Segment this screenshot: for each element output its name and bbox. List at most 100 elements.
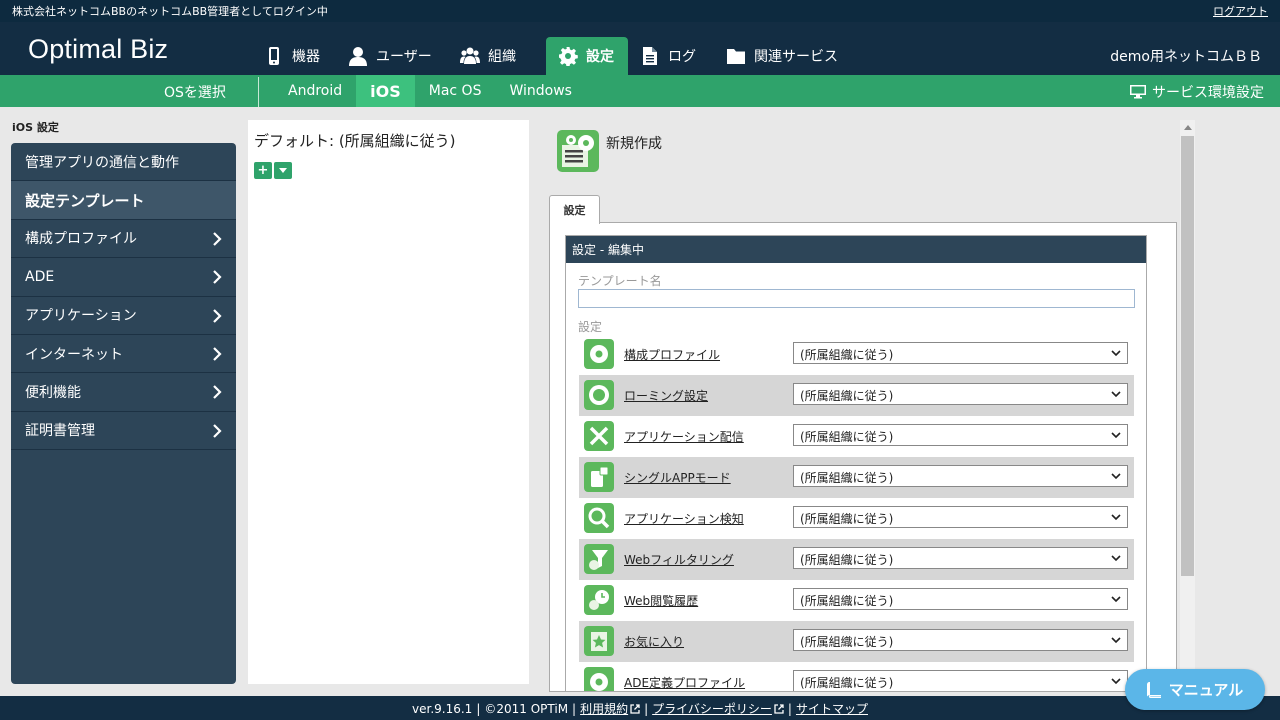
setting-link[interactable]: アプリケーション検知	[624, 510, 744, 527]
setting-row-web-history: Web閲覧履歴 (所属組織に従う)	[579, 580, 1134, 621]
nav-organization[interactable]: 組織	[448, 37, 546, 75]
setting-label-cell: 構成プロファイル	[579, 334, 787, 375]
gear-icon	[584, 667, 614, 691]
setting-select-value: (所属組織に従う)	[800, 348, 894, 362]
setting-select[interactable]: (所属組織に従う)	[793, 383, 1128, 405]
os-tabs: Android iOS Mac OS Windows	[274, 75, 586, 107]
sidebar-item-label: 管理アプリの通信と動作	[25, 154, 179, 171]
tools-icon	[584, 421, 614, 451]
setting-select[interactable]: (所属組織に従う)	[793, 424, 1128, 446]
chevron-down-icon	[1111, 514, 1121, 521]
setting-select-value: (所属組織に従う)	[800, 512, 894, 526]
setting-label-cell: お気に入り	[579, 621, 787, 662]
brand-logo[interactable]: Optimal Biz	[28, 34, 168, 65]
sidebar-item-label: ADE	[25, 268, 55, 285]
nav-settings[interactable]: 設定	[546, 37, 628, 75]
setting-select[interactable]: (所属組織に従う)	[793, 342, 1128, 364]
setting-row-roaming: ローミング設定 (所属組織に従う)	[579, 375, 1134, 416]
logout-link[interactable]: ログアウト	[1213, 3, 1268, 19]
footer: ver.9.16.1 | ©2011 OPTiM | 利用規約 | プライバシーポリシー | サ…	[0, 696, 1280, 720]
setting-link[interactable]: アプリケーション配信	[624, 428, 744, 445]
settings-tab-panel: 設定 - 編集中 テンプレート名 設定 構成プロファイル (所属組織に従う) ロ…	[549, 222, 1177, 692]
monitor-icon	[1130, 85, 1146, 99]
os-tab-macos[interactable]: Mac OS	[415, 75, 496, 107]
chevron-down-icon	[1111, 432, 1121, 439]
organization-name[interactable]: demo用ネットコムＢＢ	[1110, 46, 1262, 66]
sidebar-item-internet[interactable]: インターネット	[11, 335, 236, 374]
template-menu-button[interactable]	[274, 162, 292, 179]
chevron-right-icon	[213, 423, 222, 438]
sidebar-item-ade[interactable]: ADE	[11, 258, 236, 297]
scroll-up-arrow[interactable]	[1180, 120, 1195, 135]
template-name-label: テンプレート名	[578, 274, 662, 288]
setting-select[interactable]: (所属組織に従う)	[793, 588, 1128, 610]
sidebar-item-config-profile[interactable]: 構成プロファイル	[11, 220, 236, 259]
select-os-label: OSを選択	[164, 85, 226, 101]
sidebar: 管理アプリの通信と動作 設定テンプレート 構成プロファイル ADE アプリケーシ…	[11, 143, 236, 684]
os-tab-android[interactable]: Android	[274, 75, 356, 107]
terms-link[interactable]: 利用規約	[580, 702, 640, 716]
nav-users[interactable]: ユーザー	[336, 37, 448, 75]
sidebar-item-certificate[interactable]: 証明書管理	[11, 412, 236, 451]
setting-label-cell: シングルAPPモード	[579, 457, 787, 498]
sidebar-item-convenience[interactable]: 便利機能	[11, 373, 236, 412]
nav-devices[interactable]: 機器	[252, 37, 336, 75]
os-tab-ios[interactable]: iOS	[356, 75, 415, 107]
chevron-down-icon	[1111, 391, 1121, 398]
setting-select-value: (所属組織に従う)	[800, 676, 894, 690]
tab-settings[interactable]: 設定	[549, 195, 600, 224]
setting-select[interactable]: (所属組織に従う)	[793, 547, 1128, 569]
os-bar: OSを選択 Android iOS Mac OS Windows サービス環境設…	[0, 75, 1280, 107]
setting-link[interactable]: ローミング設定	[624, 387, 708, 404]
manual-button[interactable]: マニュアル	[1125, 669, 1265, 710]
chevron-right-icon	[213, 385, 222, 400]
user-icon	[349, 47, 367, 66]
scroll-thumb[interactable]	[1181, 136, 1194, 576]
sidebar-item-label: 構成プロファイル	[25, 231, 137, 248]
setting-label-cell: ローミング設定	[579, 375, 787, 416]
template-name-input[interactable]	[578, 289, 1135, 308]
sidebar-item-label: アプリケーション	[25, 308, 137, 325]
setting-link[interactable]: ADE定義プロファイル	[624, 674, 745, 691]
setting-link[interactable]: お気に入り	[624, 633, 684, 650]
version-text: ver.9.16.1	[412, 702, 473, 716]
divider	[258, 77, 259, 107]
setting-link[interactable]: シングルAPPモード	[624, 469, 731, 486]
setting-link[interactable]: Webフィルタリング	[624, 551, 734, 568]
setting-row-ade-profile: ADE定義プロファイル (所属組織に従う)	[579, 662, 1134, 691]
sidebar-item-label: インターネット	[25, 346, 123, 363]
clock-icon	[584, 585, 614, 615]
login-status: 株式会社ネットコムBBのネットコムBB管理者としてログイン中	[12, 5, 328, 18]
external-link-icon	[774, 704, 784, 714]
add-template-button[interactable]: +	[254, 162, 272, 179]
setting-select[interactable]: (所属組織に従う)	[793, 670, 1128, 691]
chevron-right-icon	[213, 232, 222, 246]
sidebar-item-settings-template[interactable]: 設定テンプレート	[11, 181, 236, 220]
caret-down-icon	[279, 168, 287, 173]
setting-select-value: (所属組織に従う)	[800, 389, 894, 403]
setting-select[interactable]: (所属組織に従う)	[793, 465, 1128, 487]
setting-select[interactable]: (所属組織に従う)	[793, 629, 1128, 651]
os-tab-windows[interactable]: Windows	[495, 75, 586, 107]
manual-label: マニュアル	[1168, 681, 1244, 699]
setting-link[interactable]: 構成プロファイル	[624, 346, 720, 363]
setting-link[interactable]: Web閲覧履歴	[624, 592, 698, 609]
nav-log[interactable]: ログ	[628, 37, 714, 75]
separator: |	[644, 702, 649, 716]
nav-label: 設定	[586, 49, 614, 65]
setting-select-value: (所属組織に従う)	[800, 471, 894, 485]
sidebar-item-app-communication[interactable]: 管理アプリの通信と動作	[11, 143, 236, 182]
privacy-policy-link[interactable]: プライバシーポリシー	[652, 702, 784, 716]
nav-related-services[interactable]: 関連サービス	[714, 37, 852, 75]
scrollbar[interactable]	[1180, 120, 1195, 684]
chevron-right-icon	[213, 270, 222, 284]
service-env-link[interactable]: サービス環境設定	[1130, 82, 1264, 102]
sitemap-link[interactable]: サイトマップ	[796, 702, 868, 716]
separator: |	[787, 702, 792, 716]
separator: |	[476, 702, 481, 716]
chevron-down-icon	[1111, 596, 1121, 603]
folder-icon	[727, 49, 745, 64]
default-template-label[interactable]: デフォルト: (所属組織に従う)	[254, 130, 456, 151]
sidebar-item-application[interactable]: アプリケーション	[11, 297, 236, 335]
setting-select[interactable]: (所属組織に従う)	[793, 506, 1128, 528]
